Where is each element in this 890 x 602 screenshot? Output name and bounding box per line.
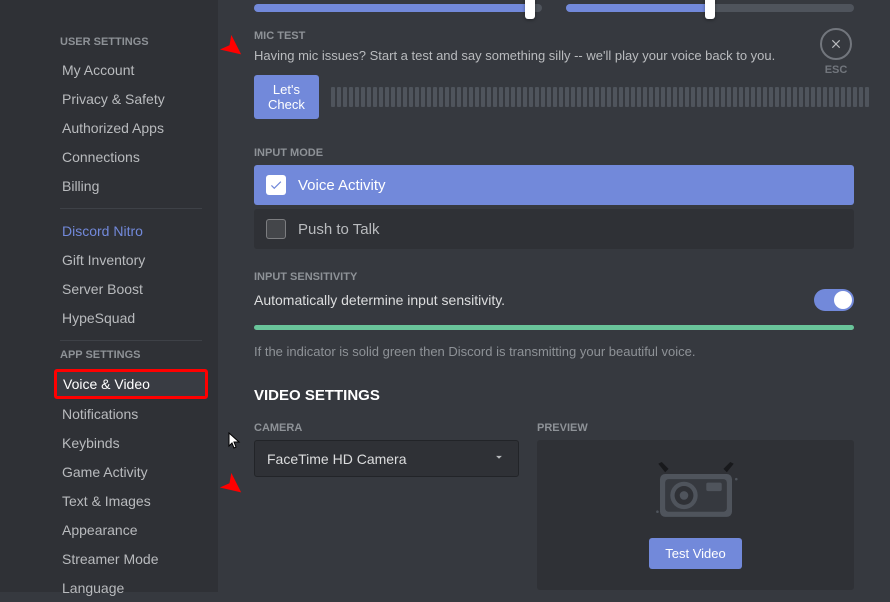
video-settings-heading: VIDEO SETTINGS xyxy=(254,387,854,404)
sidebar-item-authorized-apps[interactable]: Authorized Apps xyxy=(54,114,208,142)
sidebar-item-connections[interactable]: Connections xyxy=(54,143,208,171)
sidebar-item-billing[interactable]: Billing xyxy=(54,172,208,200)
mic-vu-meter xyxy=(331,87,869,107)
camera-select-value: FaceTime HD Camera xyxy=(267,451,407,467)
sidebar-item-my-account[interactable]: My Account xyxy=(54,56,208,84)
sidebar-item-text-images[interactable]: Text & Images xyxy=(54,487,208,515)
auto-sensitivity-toggle[interactable] xyxy=(814,289,854,311)
input-sensitivity-header: INPUT SENSITIVITY xyxy=(254,271,854,283)
input-mode-voice-activity[interactable]: Voice Activity xyxy=(254,165,854,205)
sidebar-item-discord-nitro[interactable]: Discord Nitro xyxy=(54,217,208,245)
output-volume-slider[interactable] xyxy=(566,4,854,12)
camera-preview: Test Video xyxy=(537,440,854,590)
sidebar-item-server-boost[interactable]: Server Boost xyxy=(54,275,208,303)
sidebar-item-streamer-mode[interactable]: Streamer Mode xyxy=(54,545,208,573)
sidebar-item-privacy-safety[interactable]: Privacy & Safety xyxy=(54,85,208,113)
sidebar-item-hypesquad[interactable]: HypeSquad xyxy=(54,304,208,332)
input-mode-voice-activity-label: Voice Activity xyxy=(298,177,386,194)
input-volume-slider[interactable] xyxy=(254,4,542,12)
sensitivity-indicator-text: If the indicator is solid green then Dis… xyxy=(254,344,854,359)
close-icon xyxy=(829,37,843,51)
lets-check-button[interactable]: Let's Check xyxy=(254,75,319,119)
user-settings-header: USER SETTINGS xyxy=(54,36,208,48)
input-mode-header: INPUT MODE xyxy=(254,147,854,159)
preview-label: PREVIEW xyxy=(537,422,854,434)
esc-label: ESC xyxy=(820,64,852,76)
input-mode-push-to-talk-label: Push to Talk xyxy=(298,221,379,238)
sidebar-item-game-activity[interactable]: Game Activity xyxy=(54,458,208,486)
camera-select[interactable]: FaceTime HD Camera xyxy=(254,440,519,477)
sidebar-item-notifications[interactable]: Notifications xyxy=(54,400,208,428)
sidebar-divider xyxy=(60,208,202,209)
test-video-button[interactable]: Test Video xyxy=(649,538,741,569)
camera-placeholder-icon xyxy=(651,462,741,522)
sidebar-item-appearance[interactable]: Appearance xyxy=(54,516,208,544)
camera-label: CAMERA xyxy=(254,422,519,434)
sidebar-item-keybinds[interactable]: Keybinds xyxy=(54,429,208,457)
checkbox-empty-icon xyxy=(266,219,286,239)
input-mode-push-to-talk[interactable]: Push to Talk xyxy=(254,209,854,249)
app-settings-header: APP SETTINGS xyxy=(54,349,208,361)
sidebar-item-voice-video[interactable]: Voice & Video xyxy=(54,369,208,399)
mic-test-header: MIC TEST xyxy=(254,30,854,42)
sidebar-divider xyxy=(60,340,202,341)
sensitivity-indicator-bar xyxy=(254,325,854,330)
chevron-down-icon xyxy=(492,450,506,467)
auto-sensitivity-label: Automatically determine input sensitivit… xyxy=(254,292,505,308)
checkbox-checked-icon xyxy=(266,175,286,195)
sidebar-item-gift-inventory[interactable]: Gift Inventory xyxy=(54,246,208,274)
mic-test-desc: Having mic issues? Start a test and say … xyxy=(254,48,854,63)
sidebar-item-language[interactable]: Language xyxy=(54,574,208,602)
close-button[interactable] xyxy=(820,28,852,60)
